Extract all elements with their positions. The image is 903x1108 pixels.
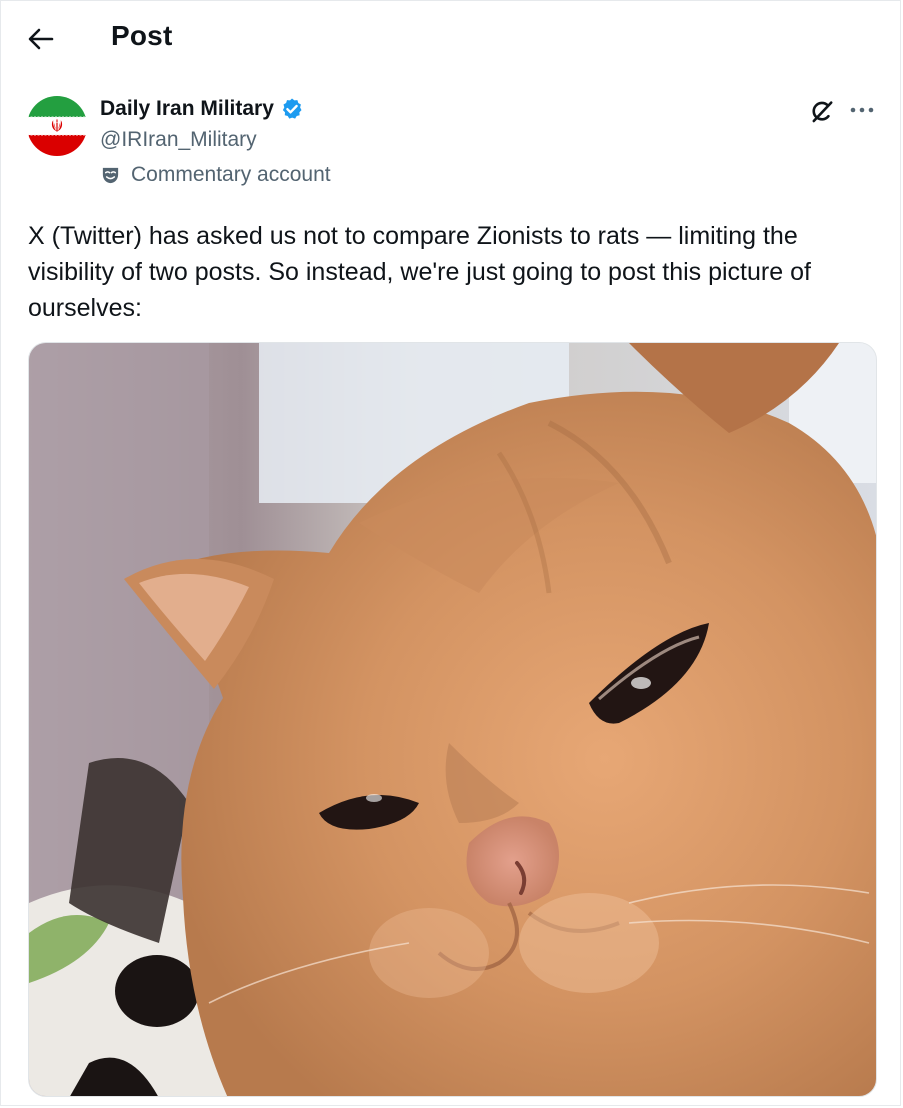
avatar[interactable]	[27, 96, 87, 156]
header-bar: Post	[0, 0, 903, 80]
more-button[interactable]	[846, 96, 878, 124]
iran-flag-avatar	[27, 96, 87, 156]
orange-cat-photo	[29, 343, 876, 1096]
page-title: Post	[111, 20, 173, 51]
grok-icon	[812, 101, 833, 123]
account-label: Commentary account	[100, 163, 331, 187]
author-name-row: Daily Iran Military	[100, 97, 304, 121]
grok-button[interactable]	[806, 96, 838, 128]
author-name[interactable]: Daily Iran Military	[100, 97, 274, 121]
theater-mask-icon	[102, 167, 119, 183]
more-horizontal-icon	[850, 107, 874, 113]
back-button[interactable]	[22, 21, 60, 57]
post-text: X (Twitter) has asked us not to compare …	[28, 222, 811, 322]
arrow-left-icon	[28, 28, 54, 50]
account-label-text[interactable]: Commentary account	[131, 163, 331, 187]
post-media[interactable]	[28, 342, 877, 1097]
verified-badge-icon[interactable]	[280, 97, 304, 121]
author-handle[interactable]: @IRIran_Military	[100, 128, 257, 152]
